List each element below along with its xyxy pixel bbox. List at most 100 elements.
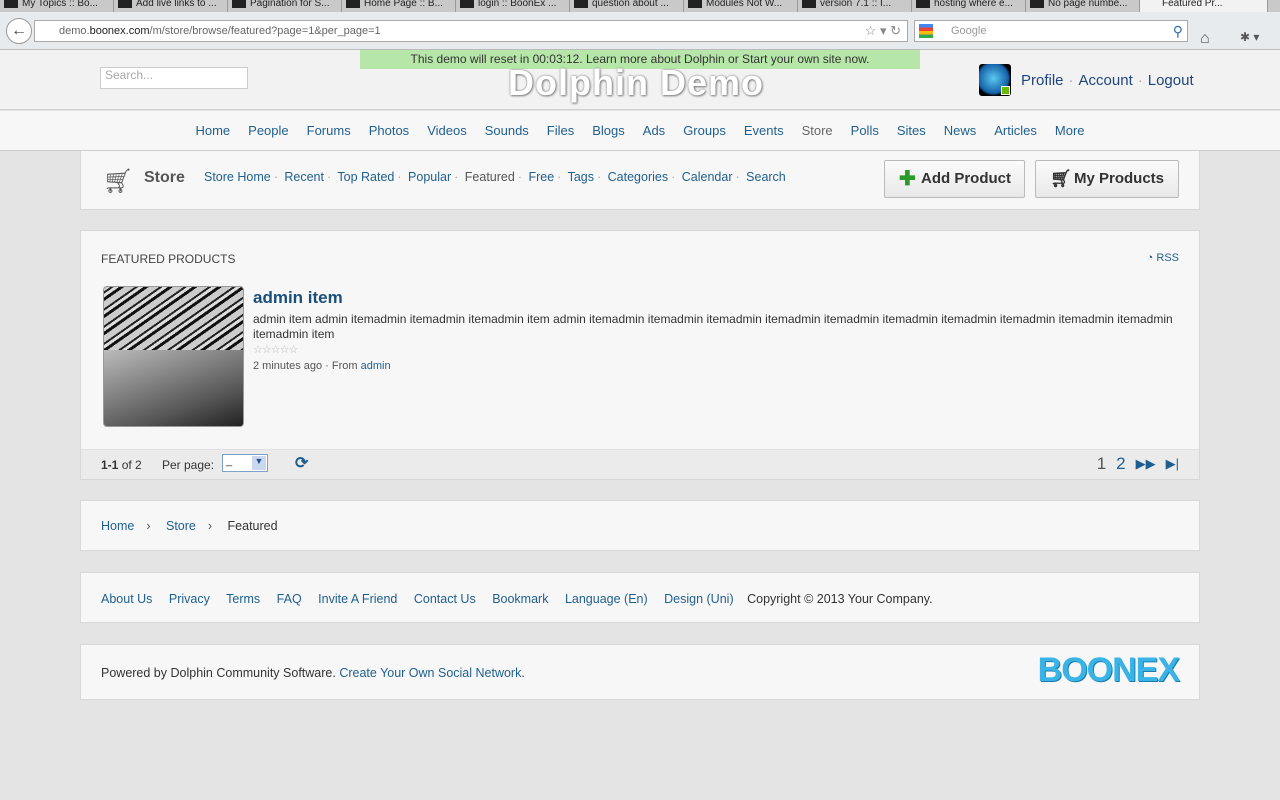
page-2[interactable]: 2 <box>1116 454 1125 474</box>
browser-tab[interactable]: question about ... <box>570 0 684 12</box>
browser-tab[interactable]: My Topics :: Bo... <box>0 0 114 12</box>
nav-people[interactable]: People <box>239 123 297 138</box>
submenu-recent[interactable]: Recent <box>284 170 324 184</box>
back-arrow-icon[interactable]: ← <box>6 18 32 44</box>
site-header: This demo will reset in 00:03:12. Learn … <box>0 50 1280 110</box>
search-placeholder: Google <box>951 25 987 37</box>
footer-terms[interactable]: Terms <box>226 592 260 606</box>
boonex-logo[interactable]: BOONEX <box>1038 651 1180 690</box>
breadcrumb-current: Featured <box>227 519 278 533</box>
browser-tab[interactable]: Modules Not W... <box>684 0 798 12</box>
addon-icon[interactable]: ✱ ▾ <box>1240 30 1259 44</box>
submenu-store-home[interactable]: Store Home <box>204 170 271 184</box>
nav-photos[interactable]: Photos <box>360 123 418 138</box>
product-title[interactable]: admin item <box>253 288 343 308</box>
nav-files[interactable]: Files <box>538 123 583 138</box>
paginator: 1-1 of 2 Per page: _ ▼ ⟳ 1 2 ▶▶ ▶| <box>81 449 1199 479</box>
nav-sites[interactable]: Sites <box>888 123 935 138</box>
favicon-icon <box>802 0 816 8</box>
tab-label: version 7.1 :: I... <box>820 0 892 9</box>
copyright: Copyright © 2013 Your Company. <box>747 592 933 606</box>
rss-link[interactable]: ◔ RSS <box>1147 252 1179 264</box>
nav-news[interactable]: News <box>935 123 986 138</box>
footer-contact[interactable]: Contact Us <box>414 592 476 606</box>
author-link[interactable]: admin <box>361 360 391 372</box>
profile-link[interactable]: Profile <box>1021 72 1064 89</box>
browser-tab[interactable]: hosting where e... <box>912 0 1026 12</box>
footer-faq[interactable]: FAQ <box>277 592 302 606</box>
rating-stars[interactable]: ☆☆☆☆☆ <box>253 343 298 356</box>
footer-design[interactable]: Design (Uni) <box>664 592 733 606</box>
browser-tab[interactable]: Add live links to ... <box>114 0 228 12</box>
footer-privacy[interactable]: Privacy <box>169 592 210 606</box>
footer-about[interactable]: About Us <box>101 592 152 606</box>
nav-ads[interactable]: Ads <box>634 123 674 138</box>
nav-sounds[interactable]: Sounds <box>476 123 538 138</box>
breadcrumb-home[interactable]: Home <box>101 519 134 533</box>
create-network-link[interactable]: Create Your Own Social Network <box>339 666 521 680</box>
per-page-select[interactable]: _ ▼ <box>222 454 268 472</box>
total: of 2 <box>121 458 142 472</box>
browser-tab[interactable]: Pagination for S... <box>228 0 342 12</box>
plus-icon: ✚ <box>899 168 916 190</box>
address-bar[interactable]: demo.boonex.com/m/store/browse/featured?… <box>34 20 908 42</box>
nav-blogs[interactable]: Blogs <box>583 123 634 138</box>
online-status-icon <box>1001 86 1010 95</box>
footer-invite[interactable]: Invite A Friend <box>318 592 397 606</box>
search-icon[interactable]: ⚲ <box>1173 21 1183 41</box>
browser-tab[interactable]: login :: BoonEx ... <box>456 0 570 12</box>
range: 1-1 <box>101 458 119 472</box>
footer-bookmark[interactable]: Bookmark <box>492 592 548 606</box>
per-page-value: _ <box>226 455 233 467</box>
main-nav: Home People Forums Photos Videos Sounds … <box>0 111 1280 151</box>
avatar[interactable] <box>979 64 1011 96</box>
nav-articles[interactable]: Articles <box>985 123 1046 138</box>
product-thumbnail[interactable] <box>103 286 244 427</box>
home-icon[interactable]: ⌂ <box>1200 30 1210 48</box>
submenu-search[interactable]: Search <box>746 170 786 184</box>
favicon-icon <box>346 0 360 8</box>
submenu-tags[interactable]: Tags <box>568 170 594 184</box>
tab-label: Pagination for S... <box>250 0 330 9</box>
nav-home[interactable]: Home <box>186 123 239 138</box>
submenu-top-rated[interactable]: Top Rated <box>337 170 394 184</box>
browser-tab[interactable]: Home Page :: B... <box>342 0 456 12</box>
url-path: /m/store/browse/featured?page=1&per_page… <box>149 25 381 37</box>
submenu-categories[interactable]: Categories <box>608 170 668 184</box>
site-logo[interactable]: Dolphin Demo <box>508 62 764 104</box>
nav-store[interactable]: Store <box>793 123 842 138</box>
breadcrumb-store[interactable]: Store <box>166 519 196 533</box>
footer-language[interactable]: Language (En) <box>565 592 648 606</box>
favicon-icon <box>916 0 930 8</box>
browser-toolbar: ← demo.boonex.com/m/store/browse/feature… <box>0 12 1280 50</box>
breadcrumb: Home › Store › Featured <box>80 500 1200 551</box>
last-page-icon[interactable]: ▶| <box>1166 456 1179 472</box>
submenu-popular[interactable]: Popular <box>408 170 451 184</box>
url-domain: boonex.com <box>89 25 150 37</box>
nav-groups[interactable]: Groups <box>674 123 735 138</box>
nav-events[interactable]: Events <box>735 123 793 138</box>
browser-tab[interactable]: version 7.1 :: I... <box>798 0 912 12</box>
add-product-button[interactable]: ✚ Add Product <box>884 160 1025 198</box>
next-page-icon[interactable]: ▶▶ <box>1136 456 1156 472</box>
logout-link[interactable]: Logout <box>1148 72 1194 89</box>
site-search-input[interactable]: Search... <box>100 67 248 89</box>
nav-videos[interactable]: Videos <box>418 123 476 138</box>
my-products-button[interactable]: 🛒︎ My Products <box>1035 160 1179 198</box>
favicon-icon <box>232 0 246 8</box>
account-link[interactable]: Account <box>1079 72 1133 89</box>
browser-tab-active[interactable]: Featured Pr... <box>1140 0 1268 12</box>
section-title: FEATURED PRODUCTS <box>101 252 236 266</box>
favicon-icon <box>460 0 474 8</box>
footer-links: About Us Privacy Terms FAQ Invite A Frie… <box>80 572 1200 623</box>
browser-tab[interactable]: No page numbe... <box>1026 0 1140 12</box>
submenu-calendar[interactable]: Calendar <box>682 170 733 184</box>
refresh-icon[interactable]: ⟳ <box>295 453 308 473</box>
nav-forums[interactable]: Forums <box>298 123 360 138</box>
submenu-free[interactable]: Free <box>528 170 554 184</box>
nav-more[interactable]: More <box>1046 123 1094 138</box>
star-icon[interactable]: ☆ ▾ ↻ <box>865 21 901 41</box>
separator: · <box>1137 71 1143 89</box>
browser-search-input[interactable]: Google ⚲ <box>914 20 1188 42</box>
nav-polls[interactable]: Polls <box>842 123 888 138</box>
